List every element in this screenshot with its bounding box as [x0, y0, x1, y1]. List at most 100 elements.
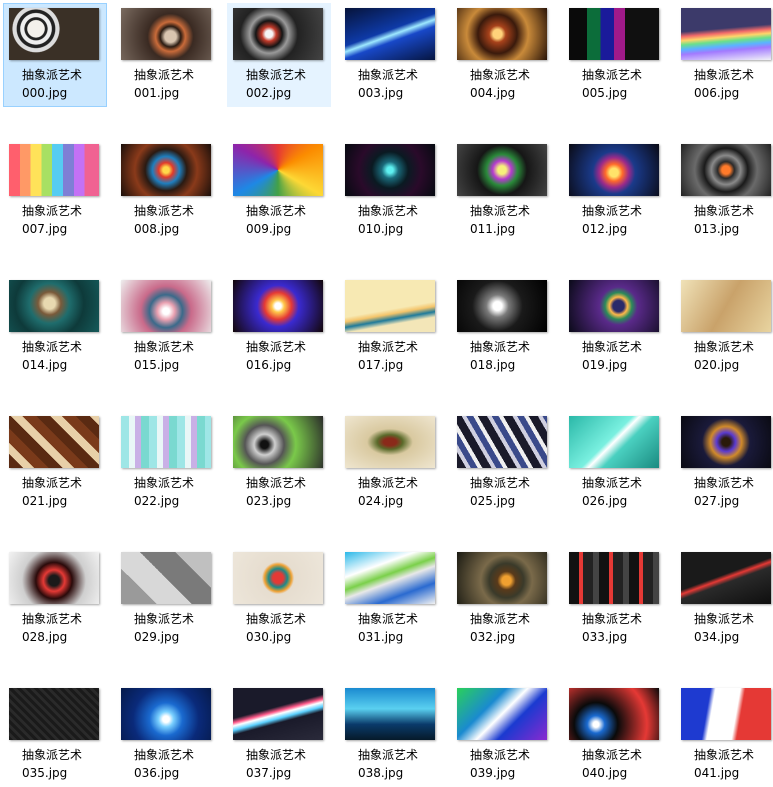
file-name-number: 013.jpg — [694, 222, 740, 236]
gray-squares-image-icon — [121, 552, 211, 604]
file-name-title: 抽象派艺术 — [470, 476, 531, 490]
file-name-title: 抽象派艺术 — [582, 748, 643, 762]
file-name-number: 021.jpg — [22, 494, 68, 508]
file-name-label: 抽象派艺术 007.jpg — [22, 202, 102, 238]
file-name-label: 抽象派艺术 008.jpg — [134, 202, 214, 238]
file-name-label: 抽象派艺术 013.jpg — [694, 202, 773, 238]
file-name-number: 036.jpg — [134, 766, 180, 780]
file-item[interactable]: 抽象派艺术 031.jpg — [339, 547, 443, 651]
aqua-image-icon — [569, 416, 659, 468]
file-name-label: 抽象派艺术 010.jpg — [358, 202, 438, 238]
file-name-label: 抽象派艺术 018.jpg — [470, 338, 550, 374]
file-name-number: 018.jpg — [470, 358, 516, 372]
file-name-title: 抽象派艺术 — [470, 340, 531, 354]
file-name-label: 抽象派艺术 031.jpg — [358, 610, 438, 646]
cubes-image-icon — [569, 8, 659, 60]
file-item[interactable]: 抽象派艺术 003.jpg — [339, 3, 443, 107]
file-item[interactable]: 抽象派艺术 006.jpg — [675, 3, 773, 107]
file-name-label: 抽象派艺术 028.jpg — [22, 610, 102, 646]
file-name-number: 019.jpg — [582, 358, 628, 372]
file-item[interactable]: 抽象派艺术 015.jpg — [115, 275, 219, 379]
file-name-label: 抽象派艺术 036.jpg — [134, 746, 214, 782]
file-item[interactable]: 抽象派艺术 028.jpg — [3, 547, 107, 651]
file-name-number: 039.jpg — [470, 766, 516, 780]
file-item[interactable]: 抽象派艺术 019.jpg — [563, 275, 667, 379]
file-item[interactable]: 抽象派艺术 021.jpg — [3, 411, 107, 515]
file-name-number: 026.jpg — [582, 494, 628, 508]
file-name-number: 025.jpg — [470, 494, 516, 508]
file-name-label: 抽象派艺术 005.jpg — [582, 66, 662, 102]
file-item[interactable]: 抽象派艺术 012.jpg — [563, 139, 667, 243]
file-name-title: 抽象派艺术 — [134, 748, 195, 762]
flower-fractal-image-icon — [121, 144, 211, 196]
file-name-label: 抽象派艺术 033.jpg — [582, 610, 662, 646]
file-name-title: 抽象派艺术 — [358, 68, 419, 82]
file-item[interactable]: 抽象派艺术 023.jpg — [227, 411, 331, 515]
file-name-label: 抽象派艺术 025.jpg — [470, 474, 550, 510]
file-item[interactable]: 抽象派艺术 005.jpg — [563, 3, 667, 107]
file-item[interactable]: 抽象派艺术 037.jpg — [227, 683, 331, 787]
file-item[interactable]: 抽象派艺术 040.jpg — [563, 683, 667, 787]
file-item[interactable]: 抽象派艺术 017.jpg — [339, 275, 443, 379]
file-name-title: 抽象派艺术 — [134, 68, 195, 82]
file-item[interactable]: 抽象派艺术 009.jpg — [227, 139, 331, 243]
file-item[interactable]: 抽象派艺术 008.jpg — [115, 139, 219, 243]
feather-image-icon — [121, 280, 211, 332]
file-name-title: 抽象派艺术 — [694, 340, 755, 354]
zebra-image-icon — [9, 8, 99, 60]
file-name-number: 007.jpg — [22, 222, 68, 236]
file-name-label: 抽象派艺术 023.jpg — [246, 474, 326, 510]
lightning-image-icon — [345, 8, 435, 60]
file-item[interactable]: 抽象派艺术 029.jpg — [115, 547, 219, 651]
file-item[interactable]: 抽象派艺术 001.jpg — [115, 3, 219, 107]
file-item[interactable]: 抽象派艺术 020.jpg — [675, 275, 773, 379]
file-item[interactable]: 抽象派艺术 004.jpg — [451, 3, 555, 107]
file-item[interactable]: 抽象派艺术 000.jpg — [3, 3, 107, 107]
file-name-number: 006.jpg — [694, 86, 740, 100]
file-name-title: 抽象派艺术 — [470, 204, 531, 218]
file-name-label: 抽象派艺术 002.jpg — [246, 66, 326, 102]
file-name-title: 抽象派艺术 — [470, 748, 531, 762]
file-item[interactable]: 抽象派艺术 010.jpg — [339, 139, 443, 243]
file-item[interactable]: 抽象派艺术 018.jpg — [451, 275, 555, 379]
file-item[interactable]: 抽象派艺术 034.jpg — [675, 547, 773, 651]
file-name-number: 020.jpg — [694, 358, 740, 372]
file-item[interactable]: 抽象派艺术 025.jpg — [451, 411, 555, 515]
file-item[interactable]: 抽象派艺术 016.jpg — [227, 275, 331, 379]
file-item[interactable]: 抽象派艺术 024.jpg — [339, 411, 443, 515]
file-name-title: 抽象派艺术 — [694, 68, 755, 82]
teal-fractal-image-icon — [9, 280, 99, 332]
file-item[interactable]: 抽象派艺术 022.jpg — [115, 411, 219, 515]
file-item[interactable]: 抽象派艺术 002.jpg — [227, 3, 331, 107]
knot-image-icon — [121, 8, 211, 60]
gear-fractal-image-icon — [681, 144, 771, 196]
file-item[interactable]: 抽象派艺术 033.jpg — [563, 547, 667, 651]
file-name-number: 017.jpg — [358, 358, 404, 372]
diagonal-stripes-image-icon — [457, 416, 547, 468]
file-item[interactable]: 抽象派艺术 007.jpg — [3, 139, 107, 243]
file-name-label: 抽象派艺术 022.jpg — [134, 474, 214, 510]
file-name-number: 028.jpg — [22, 630, 68, 644]
file-item[interactable]: 抽象派艺术 026.jpg — [563, 411, 667, 515]
file-name-label: 抽象派艺术 006.jpg — [694, 66, 773, 102]
file-name-title: 抽象派艺术 — [358, 476, 419, 490]
file-item[interactable]: 抽象派艺术 039.jpg — [451, 683, 555, 787]
file-name-number: 012.jpg — [582, 222, 628, 236]
file-name-title: 抽象派艺术 — [582, 476, 643, 490]
file-item[interactable]: 抽象派艺术 027.jpg — [675, 411, 773, 515]
file-item[interactable]: 抽象派艺术 035.jpg — [3, 683, 107, 787]
file-item[interactable]: 抽象派艺术 032.jpg — [451, 547, 555, 651]
file-name-label: 抽象派艺术 027.jpg — [694, 474, 773, 510]
light-text-image-icon — [457, 280, 547, 332]
file-name-title: 抽象派艺术 — [694, 204, 755, 218]
file-item[interactable]: 抽象派艺术 036.jpg — [115, 683, 219, 787]
file-item[interactable]: 抽象派艺术 030.jpg — [227, 547, 331, 651]
city-skyline-image-icon — [345, 688, 435, 740]
file-item[interactable]: 抽象派艺术 013.jpg — [675, 139, 773, 243]
file-item[interactable]: 抽象派艺术 014.jpg — [3, 275, 107, 379]
file-item[interactable]: 抽象派艺术 041.jpg — [675, 683, 773, 787]
file-item[interactable]: 抽象派艺术 038.jpg — [339, 683, 443, 787]
file-item[interactable]: 抽象派艺术 011.jpg — [451, 139, 555, 243]
file-name-title: 抽象派艺术 — [22, 612, 83, 626]
dark-glow-image-icon — [569, 688, 659, 740]
